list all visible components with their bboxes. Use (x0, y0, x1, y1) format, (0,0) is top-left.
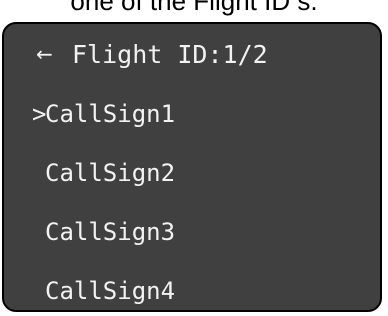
selection-cursor-icon: > (32, 100, 47, 128)
list-item-label: CallSign4 (45, 277, 176, 305)
page: one of the Flight ID s. ← Flight ID:1/2 … (0, 0, 388, 316)
flight-id-screen: ← Flight ID:1/2 > CallSign1 CallSign2 Ca… (2, 22, 382, 312)
list-item-callsign3[interactable]: CallSign3 (32, 214, 175, 250)
callsign-list: > CallSign1 CallSign2 CallSign3 CallSign… (4, 24, 380, 310)
list-item-callsign4[interactable]: CallSign4 (32, 273, 175, 309)
list-item-callsign2[interactable]: CallSign2 (32, 155, 175, 191)
list-item-label: CallSign3 (45, 218, 176, 246)
list-item-label: CallSign2 (45, 159, 176, 187)
caption-text: one of the Flight ID s. (70, 0, 318, 16)
list-item-label: CallSign1 (45, 100, 176, 128)
list-item-callsign1[interactable]: > CallSign1 (32, 96, 175, 132)
